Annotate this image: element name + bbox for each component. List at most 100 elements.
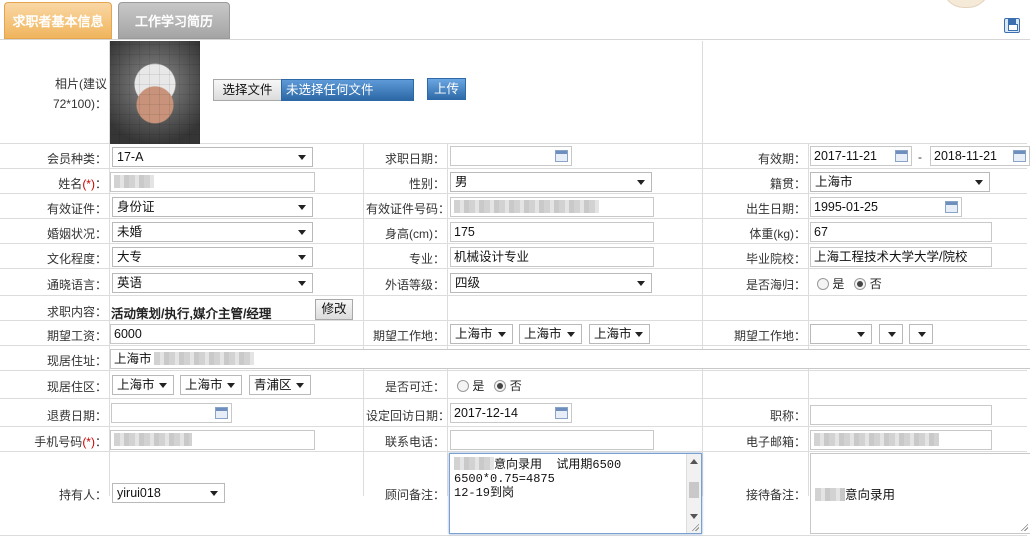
member-type-select[interactable]: 17-A (112, 147, 313, 167)
calendar-icon[interactable] (895, 150, 908, 162)
resize-grip-icon[interactable] (1020, 523, 1028, 531)
birth-date-input[interactable]: 1995-01-25 (810, 197, 962, 217)
work-place-city-select[interactable]: 上海市 (519, 324, 582, 344)
required-mark: (*) (82, 177, 95, 191)
redacted-name (454, 457, 494, 470)
returnee-label: 是否海归： (745, 278, 806, 292)
validity-end-value: 2018-11-21 (934, 149, 998, 163)
avatar (942, 0, 990, 8)
calendar-icon[interactable] (555, 150, 568, 162)
validity-end-input[interactable]: 2018-11-21 (930, 146, 1030, 166)
revisit-date-label: 设定回访日期： (366, 409, 451, 423)
calendar-icon[interactable] (1013, 150, 1026, 162)
relocate-no-radio[interactable] (494, 380, 507, 392)
id-number-input[interactable] (450, 197, 654, 217)
returnee-radio-group: 是 否 (817, 275, 882, 292)
education-select[interactable]: 大专 (112, 247, 313, 267)
scroll-down-arrow-icon[interactable] (690, 514, 698, 519)
job-date-input[interactable] (450, 146, 572, 166)
education-label: 文化程度： (46, 252, 107, 266)
chevron-down-icon (298, 155, 306, 160)
major-label: 专业： (408, 252, 445, 266)
revisit-date-value: 2017-12-14 (454, 406, 518, 420)
chevron-down-icon (637, 281, 645, 286)
returnee-yes-label: 是 (832, 277, 845, 291)
redacted-name (815, 488, 845, 501)
chevron-down-icon (159, 383, 167, 388)
email-input[interactable] (810, 430, 992, 450)
education-value: 大专 (117, 250, 143, 264)
reception-note-textarea[interactable]: 意向录用 (810, 453, 1030, 534)
vertical-scrollbar[interactable] (686, 454, 701, 533)
birth-date-value: 1995-01-25 (814, 200, 878, 214)
edit-job-content-button[interactable]: 修改 (315, 299, 353, 320)
calendar-icon[interactable] (945, 201, 958, 213)
choose-file-button[interactable]: 选择文件 (213, 79, 282, 101)
profile-photo (110, 41, 200, 144)
mobile-input[interactable] (110, 430, 315, 450)
name-label-colon: ： (94, 177, 107, 191)
returnee-yes-radio[interactable] (817, 278, 829, 290)
upload-button[interactable]: 上传 (427, 78, 466, 100)
redacted-email (814, 433, 939, 446)
file-name-display: 未选择任何文件 (281, 79, 414, 101)
marital-select[interactable]: 未婚 (112, 222, 313, 242)
native-place-select[interactable]: 上海市 (810, 172, 990, 192)
work-place-label: 期望工作地： (372, 329, 445, 343)
resize-grip-icon[interactable] (691, 523, 699, 531)
residence-province-select[interactable]: 上海市 (112, 375, 174, 395)
work-place-2-city-select[interactable] (879, 324, 903, 344)
holder-select[interactable]: yirui018 (112, 483, 225, 503)
job-content-label: 求职内容： (46, 305, 107, 319)
work-place-district-value: 上海市 (594, 327, 632, 341)
chevron-down-icon (227, 383, 235, 388)
returnee-no-radio[interactable] (854, 278, 867, 290)
id-type-select[interactable]: 身份证 (112, 197, 313, 217)
residence-city-select[interactable]: 上海市 (180, 375, 242, 395)
work-place-province-select[interactable]: 上海市 (450, 324, 513, 344)
work-place-district-select[interactable]: 上海市 (589, 324, 650, 344)
tab-work-study-resume[interactable]: 工作学习简历 (118, 2, 230, 39)
title-input[interactable] (810, 405, 992, 425)
weight-input[interactable]: 67 (810, 222, 992, 242)
chevron-down-icon (975, 180, 983, 185)
refund-date-input[interactable] (111, 403, 232, 423)
holder-label: 持有人： (58, 488, 107, 502)
calendar-icon[interactable] (555, 407, 568, 419)
redacted-address (153, 352, 254, 365)
marital-value: 未婚 (117, 225, 143, 239)
member-type-value: 17-A (117, 150, 144, 164)
language-level-select[interactable]: 四级 (450, 273, 652, 293)
validity-start-input[interactable]: 2017-11-21 (810, 146, 912, 166)
salary-input[interactable]: 6000 (110, 324, 315, 344)
work-place-2-province-select[interactable] (810, 324, 872, 344)
consultant-note-line-1: 意向录用 试用期6500 (494, 458, 622, 472)
residence-district-value: 青浦区 (254, 378, 292, 392)
scroll-up-arrow-icon[interactable] (690, 459, 698, 464)
relocate-radio-group: 是 否 (457, 377, 522, 394)
language-select[interactable]: 英语 (112, 273, 313, 293)
job-content-value: 活动策划/执行,媒介主管/经理 (111, 307, 272, 321)
revisit-date-input[interactable]: 2017-12-14 (450, 403, 572, 423)
tab-basic-info[interactable]: 求职者基本信息 (4, 2, 112, 39)
phone-input[interactable] (450, 430, 654, 450)
gender-select[interactable]: 男 (450, 172, 652, 192)
chevron-down-icon (210, 491, 218, 496)
calendar-icon[interactable] (215, 407, 228, 419)
height-input[interactable]: 175 (450, 222, 654, 242)
id-type-label: 有效证件： (46, 202, 107, 216)
scroll-thumb[interactable] (689, 482, 699, 498)
work-place-2-district-select[interactable] (909, 324, 933, 344)
language-label: 通晓语言： (46, 278, 107, 292)
major-input[interactable]: 机械设计专业 (450, 247, 654, 267)
residence-district-select[interactable]: 青浦区 (249, 375, 311, 395)
save-icon[interactable] (1004, 18, 1020, 33)
school-input[interactable]: 上海工程技术大学大学/院校 (810, 247, 992, 267)
consultant-note-textarea[interactable]: 意向录用 试用期6500 6500*0.75=4875 12-19到岗 (449, 453, 702, 534)
phone-label: 联系电话： (384, 435, 445, 449)
relocate-yes-radio[interactable] (457, 380, 469, 392)
consultant-note-line: 意向录用 试用期6500 (454, 457, 697, 472)
name-input[interactable] (110, 172, 315, 192)
returnee-no-label: 否 (869, 277, 882, 291)
address-input[interactable]: 上海市 (110, 349, 1030, 369)
